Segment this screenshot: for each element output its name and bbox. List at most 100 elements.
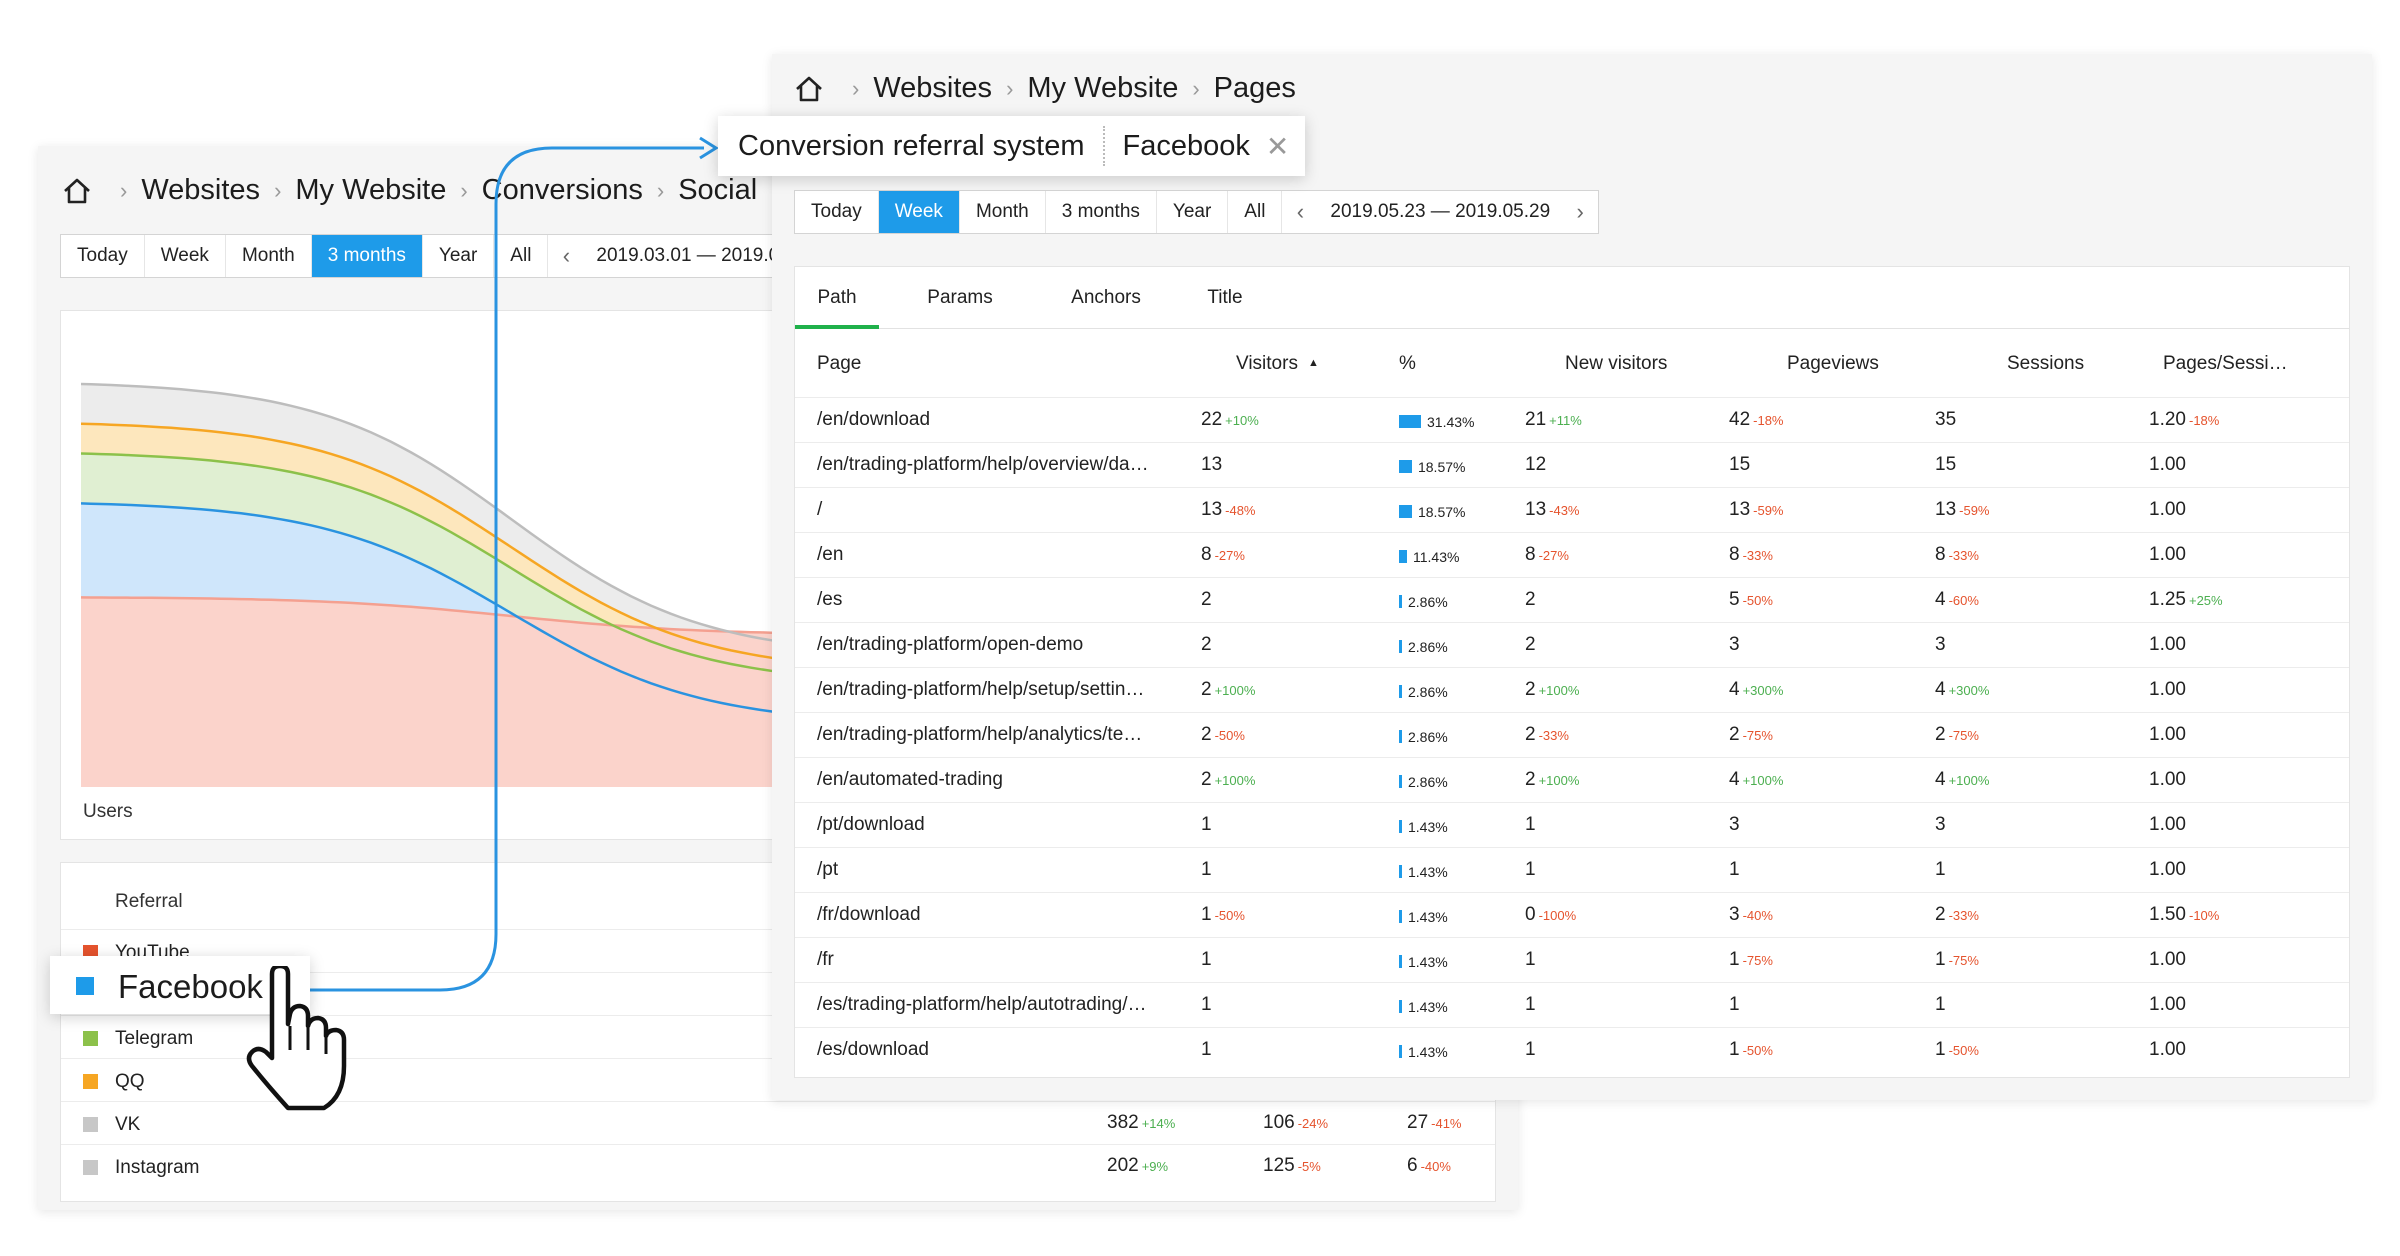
table-row[interactable]: /es/download 1 1 1 -50% 1 -50% 1.00 1.43%	[795, 1027, 2349, 1072]
delta: -24%	[1297, 1116, 1329, 1131]
page-path[interactable]: /en/trading-platform/help/overview/da…	[817, 454, 1149, 476]
delta: -5%	[1297, 1159, 1321, 1174]
sessions-cell: 4 +300%	[1935, 679, 2135, 701]
percent-label: 18.57%	[1417, 459, 1466, 475]
period-all[interactable]: All	[494, 235, 549, 277]
period-week[interactable]: Week	[145, 235, 226, 277]
column-header[interactable]: Sessions	[2007, 353, 2084, 375]
period-month[interactable]: Month	[960, 191, 1046, 233]
date-range[interactable]: 2019.05.23 — 2019.05.29	[1318, 191, 1562, 233]
new-value: 2	[1525, 634, 1536, 655]
referral-row[interactable]: Instagram 202 +9% 125 -5% 6 -40%	[61, 1144, 1495, 1187]
pps-cell: 1.00	[2149, 859, 2349, 881]
new-value: 21	[1525, 409, 1547, 430]
table-row[interactable]: /en/download 22 +10% 21 +11% 42 -18% 35 1.20 -18%…	[795, 397, 2349, 442]
percent-bar	[1399, 505, 1412, 518]
new-cell: 2 -33%	[1525, 724, 1725, 746]
period-year[interactable]: Year	[423, 235, 495, 277]
tab-path[interactable]: Path	[795, 267, 879, 329]
table-row[interactable]: /en/trading-platform/help/analytics/te… 2…	[795, 712, 2349, 757]
percent-cell: 1.43%	[1399, 906, 1448, 928]
breadcrumb-item[interactable]: Websites	[141, 174, 260, 207]
pps-cell: 1.00	[2149, 499, 2349, 521]
page-path[interactable]: /en/trading-platform/help/setup/settin…	[817, 679, 1144, 701]
pps-delta: -18%	[2188, 413, 2220, 428]
percent-label: 1.43%	[1408, 999, 1448, 1015]
visitors-value: 13	[1201, 499, 1223, 520]
new-value: 13	[1525, 499, 1547, 520]
period-year[interactable]: Year	[1157, 191, 1229, 233]
period-3-months[interactable]: 3 months	[1046, 191, 1157, 233]
page-path[interactable]: /en/download	[817, 409, 930, 431]
table-row[interactable]: /pt/download 1 1 3 3 1.00 1.43%	[795, 802, 2349, 847]
page-path[interactable]: /en/automated-trading	[817, 769, 1003, 791]
period-all[interactable]: All	[1228, 191, 1283, 233]
column-header[interactable]: Pageviews	[1787, 353, 1879, 375]
percent-label: 1.43%	[1408, 909, 1448, 925]
page-path[interactable]: /en/trading-platform/help/analytics/te…	[817, 724, 1142, 746]
percent-label: 2.86%	[1408, 594, 1448, 610]
breadcrumb-item[interactable]: Social	[678, 174, 757, 207]
table-row[interactable]: /13 -48% 13 -43% 13 -59% 13 -59% 1.00 18.57%	[795, 487, 2349, 532]
views-cell: 15	[1729, 454, 1929, 476]
sort-asc-icon[interactable]: ▲	[1308, 357, 1319, 369]
column-header[interactable]: Visitors ▲	[1236, 353, 1319, 375]
period-3-months[interactable]: 3 months	[311, 235, 423, 277]
table-row[interactable]: /fr 1 1 1 -75% 1 -75% 1.00 1.43%	[795, 937, 2349, 982]
chevron-left-icon[interactable]: ‹	[1282, 191, 1318, 233]
percent-bar	[1399, 775, 1402, 788]
views-value: 4	[1729, 769, 1740, 790]
page-path[interactable]: /es/download	[817, 1039, 929, 1061]
table-row[interactable]: /en/trading-platform/help/overview/da… 13…	[795, 442, 2349, 487]
delta: +9%	[1141, 1159, 1169, 1174]
period-week[interactable]: Week	[878, 191, 960, 233]
sessions-value: 4	[1935, 589, 1946, 610]
chevron-right-icon[interactable]: ›	[1562, 191, 1598, 233]
page-path[interactable]: /pt/download	[817, 814, 925, 836]
period-today[interactable]: Today	[61, 235, 145, 277]
close-icon[interactable]: ✕	[1266, 130, 1289, 163]
new-cell: 0 -100%	[1525, 904, 1725, 926]
breadcrumb-item[interactable]: My Website	[1027, 72, 1178, 105]
tab-anchors[interactable]: Anchors	[1051, 267, 1161, 329]
pps-value: 1.00	[2149, 544, 2186, 565]
table-row[interactable]: /en/trading-platform/help/setup/settin… 2…	[795, 667, 2349, 712]
sessions-delta: -33%	[1948, 908, 1979, 923]
breadcrumb-item[interactable]: Conversions	[482, 174, 643, 207]
chevron-left-icon[interactable]: ‹	[548, 235, 584, 277]
page-path[interactable]: /	[817, 499, 822, 521]
date-range[interactable]: 2019.03.01 — 2019.0	[584, 235, 791, 277]
breadcrumb-item[interactable]: Websites	[873, 72, 992, 105]
visitors-value: 1	[1201, 1039, 1212, 1060]
page-path[interactable]: /fr/download	[817, 904, 921, 926]
sessions-value: 1	[1935, 859, 1946, 880]
percent-cell: 2.86%	[1399, 726, 1448, 748]
page-path[interactable]: /pt	[817, 859, 838, 881]
tab-title[interactable]: Title	[1185, 267, 1265, 329]
page-path[interactable]: /fr	[817, 949, 834, 971]
tab-params[interactable]: Params	[905, 267, 1015, 329]
visitors-cell: 8 -27%	[1201, 544, 1401, 566]
table-row[interactable]: /es 2 2 5 -50% 4 -60% 1.25 +25% 2.86%	[795, 577, 2349, 622]
active-filter-chip[interactable]: Conversion referral system Facebook ✕	[718, 116, 1306, 176]
breadcrumb-item[interactable]: Pages	[1214, 72, 1296, 105]
page-path[interactable]: /es	[817, 589, 842, 611]
table-row[interactable]: /en/trading-platform/open-demo 2 2 3 3 1.00 2.…	[795, 622, 2349, 667]
column-header[interactable]: Page	[817, 353, 861, 375]
table-row[interactable]: /es/trading-platform/help/autotrading/… 1…	[795, 982, 2349, 1027]
table-row[interactable]: /en 8 -27% 8 -27% 8 -33% 8 -33% 1.00 11.43%	[795, 532, 2349, 577]
column-header[interactable]: Pages/Sessi…	[2163, 353, 2288, 375]
period-month[interactable]: Month	[226, 235, 312, 277]
page-path[interactable]: /en	[817, 544, 843, 566]
period-today[interactable]: Today	[795, 191, 879, 233]
table-row[interactable]: /fr/download 1 -50% 0 -100% 3 -40% 2 -33% 1.50 -10…	[795, 892, 2349, 937]
breadcrumb-item[interactable]: My Website	[295, 174, 446, 207]
table-row[interactable]: /pt 1 1 1 1 1.00 1.43%	[795, 847, 2349, 892]
page-path[interactable]: /es/trading-platform/help/autotrading/…	[817, 994, 1147, 1016]
home-icon[interactable]	[794, 74, 824, 104]
home-icon[interactable]	[62, 176, 92, 206]
table-row[interactable]: /en/automated-trading 2 +100% 2 +100% 4 +100% 4…	[795, 757, 2349, 802]
page-path[interactable]: /en/trading-platform/open-demo	[817, 634, 1083, 656]
column-header[interactable]: New visitors	[1565, 353, 1667, 375]
column-header[interactable]: %	[1399, 353, 1416, 375]
